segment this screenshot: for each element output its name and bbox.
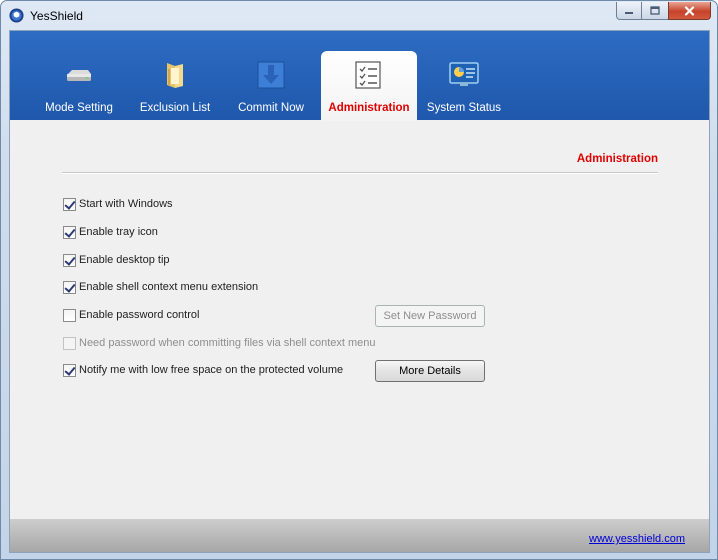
footer-bar: www.yesshield.com: [10, 519, 709, 552]
section-divider: [62, 172, 658, 174]
start-with-windows-checkbox[interactable]: [63, 197, 76, 211]
password-on-commit-option: Need password when committing files via …: [63, 335, 376, 351]
shell-context-menu-checkbox[interactable]: [63, 280, 76, 294]
administration-panel: Administration Start with Windows Enable…: [10, 121, 709, 519]
drive-icon: [67, 70, 91, 81]
minimize-icon: [625, 11, 633, 14]
low-free-space-option[interactable]: Notify me with low free space on the pro…: [63, 362, 343, 378]
close-icon: [684, 5, 695, 16]
option-label: Enable password control: [79, 309, 200, 321]
maximize-icon: [650, 6, 660, 15]
option-label: Need password when committing files via …: [79, 337, 376, 349]
password-control-checkbox[interactable]: [63, 308, 76, 322]
tab-mode-setting[interactable]: Mode Setting: [32, 51, 126, 120]
close-button[interactable]: [668, 2, 711, 20]
shield-app-icon: [9, 8, 24, 23]
tab-label: Exclusion List: [139, 102, 211, 114]
commit-arrow-icon: [257, 61, 285, 89]
section-title: Administration: [576, 153, 658, 165]
tab-commit-now[interactable]: Commit Now: [224, 51, 318, 120]
minimize-button[interactable]: [616, 2, 642, 20]
caption-buttons: [616, 2, 711, 20]
enable-desktop-tip-checkbox[interactable]: [63, 253, 76, 267]
low-free-space-checkbox[interactable]: [63, 363, 76, 377]
tab-label: System Status: [426, 102, 502, 114]
enable-tray-icon-option[interactable]: Enable tray icon: [63, 224, 158, 240]
option-label: Enable desktop tip: [79, 254, 170, 266]
tab-exclusion-list[interactable]: Exclusion List: [128, 51, 222, 120]
tab-label: Administration: [328, 102, 410, 114]
monitor-icon: [449, 62, 479, 86]
start-with-windows-option[interactable]: Start with Windows: [63, 196, 173, 212]
folder-icon: [167, 63, 183, 88]
title-bar[interactable]: YesShield: [1, 1, 717, 30]
maximize-button[interactable]: [642, 2, 668, 20]
password-on-commit-checkbox: [63, 336, 76, 350]
tab-bar: Mode Setting Exclusion List Commit Now A…: [10, 31, 709, 121]
option-label: Notify me with low free space on the pro…: [79, 364, 344, 376]
shell-context-menu-option[interactable]: Enable shell context menu extension: [63, 279, 258, 295]
more-details-button[interactable]: More Details: [375, 360, 485, 382]
tab-label: Mode Setting: [45, 102, 113, 114]
password-control-option[interactable]: Enable password control: [63, 307, 199, 323]
tab-administration[interactable]: Administration: [321, 51, 417, 121]
client-area: Mode Setting Exclusion List Commit Now A…: [9, 30, 710, 553]
set-new-password-button[interactable]: Set New Password: [375, 305, 485, 327]
window-title: YesShield: [30, 9, 83, 23]
option-label: Enable shell context menu extension: [79, 281, 259, 293]
app-window: YesShield Mode Setting Exclusion List Co…: [0, 0, 718, 560]
enable-tray-icon-checkbox[interactable]: [63, 225, 76, 239]
enable-desktop-tip-option[interactable]: Enable desktop tip: [63, 252, 170, 268]
tab-system-status[interactable]: System Status: [417, 51, 511, 120]
website-link[interactable]: www.yesshield.com: [589, 533, 685, 545]
tab-label: Commit Now: [238, 102, 304, 114]
checklist-icon: [355, 61, 381, 89]
option-label: Start with Windows: [79, 198, 173, 210]
option-label: Enable tray icon: [79, 226, 158, 238]
